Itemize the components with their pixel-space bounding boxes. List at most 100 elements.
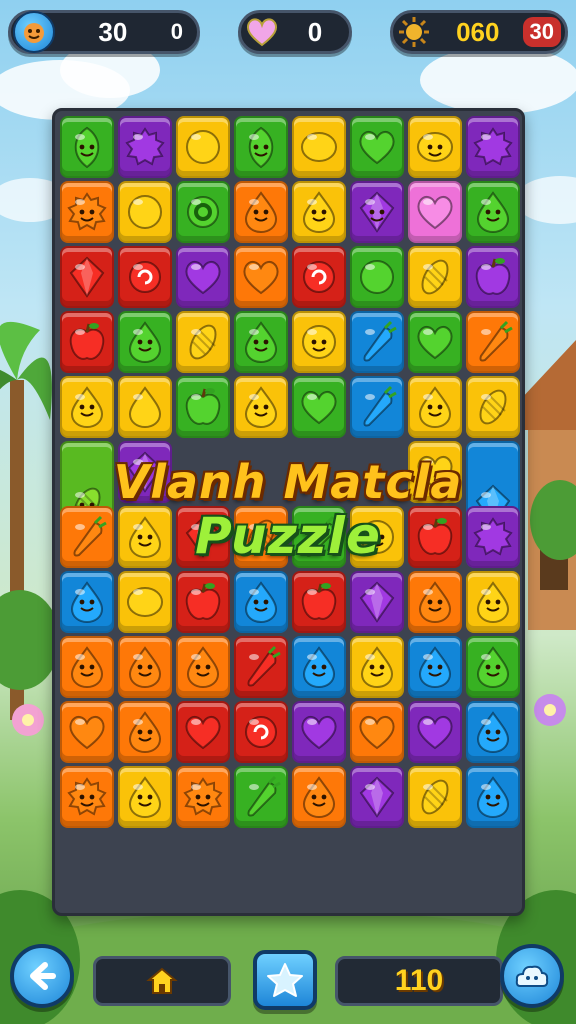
board-tile-green-drop-face[interactable] — [466, 181, 520, 243]
board-tile-orange-drop-face[interactable] — [118, 636, 172, 698]
orange-carrot-icon — [479, 320, 513, 362]
board-tile-blue-water-face[interactable] — [234, 571, 288, 633]
board-tile-yellow-orb-face[interactable] — [292, 311, 346, 373]
title-line-2: Puzzle — [195, 506, 381, 565]
star-button[interactable] — [253, 950, 317, 1010]
board-tile-red-pepper[interactable] — [234, 636, 288, 698]
board-tile-orange-heart[interactable] — [350, 701, 404, 763]
board-tile-green-orb[interactable] — [350, 246, 404, 308]
orange-drop-face-icon — [186, 646, 220, 689]
back-arrow-icon — [30, 962, 56, 990]
board-tile-red-swirl[interactable] — [118, 246, 172, 308]
home-panel[interactable] — [93, 956, 231, 1006]
red-pepper-icon — [247, 645, 281, 687]
board-tile-yellow-corn[interactable] — [408, 766, 462, 828]
coins-counter[interactable]: 060 30 — [390, 10, 568, 54]
board-tile-yellow-drop-face[interactable] — [466, 571, 520, 633]
board-tile-red-heart[interactable] — [176, 701, 230, 763]
board-tile-purple-gem-face[interactable] — [350, 181, 404, 243]
board-tile-orange-sun-face[interactable] — [60, 766, 114, 828]
board-tile-red-gem[interactable] — [60, 246, 114, 308]
board-tile-purple-gem[interactable] — [350, 766, 404, 828]
board-tile-red-swirl[interactable] — [292, 246, 346, 308]
board-tile-blue-popsicle[interactable] — [350, 311, 404, 373]
game-title: Vlanh Matcla Puzzle — [60, 447, 516, 572]
board-tile-green-heart[interactable] — [292, 376, 346, 438]
board-tile-green-leaf-face[interactable] — [234, 116, 288, 178]
board-tile-orange-drop-face[interactable] — [234, 181, 288, 243]
board-tile-purple-gem[interactable] — [350, 571, 404, 633]
board-tile-blue-water-face[interactable] — [466, 766, 520, 828]
board-tile-yellow-drop-face[interactable] — [350, 636, 404, 698]
board-tile-green-drop-face[interactable] — [466, 636, 520, 698]
board-tile-yellow-lemon[interactable] — [292, 116, 346, 178]
board-tile-orange-drop-face[interactable] — [176, 636, 230, 698]
board-tile-yellow-orb[interactable] — [118, 181, 172, 243]
board-tile-red-apple[interactable] — [292, 571, 346, 633]
board-tile-blue-water-face[interactable] — [60, 571, 114, 633]
board-tile-green-drop-face[interactable] — [234, 311, 288, 373]
red-apple-icon — [69, 323, 105, 360]
board-tile-orange-drop-face[interactable] — [118, 701, 172, 763]
yellow-corn-icon — [421, 779, 449, 815]
board-tile-red-apple[interactable] — [176, 571, 230, 633]
board-tile-yellow-drop-face[interactable] — [60, 376, 114, 438]
board-tile-orange-heart[interactable] — [234, 246, 288, 308]
blue-water-face-icon — [302, 646, 336, 689]
board-tile-yellow-drop-face[interactable] — [408, 376, 462, 438]
green-leaf-face-icon — [248, 126, 274, 169]
board-tile-orange-drop-face[interactable] — [408, 571, 462, 633]
board-tile-green-leaf-face[interactable] — [60, 116, 114, 178]
board-tile-purple-berry[interactable] — [466, 246, 520, 308]
board-tile-green-apple[interactable] — [176, 376, 230, 438]
orange-drop-face-icon — [128, 711, 162, 754]
board-tile-yellow-corn[interactable] — [408, 246, 462, 308]
board-tile-orange-carrot[interactable] — [466, 311, 520, 373]
green-pepper-icon — [247, 775, 281, 817]
board-tile-purple-splat[interactable] — [118, 116, 172, 178]
green-drop-face-icon — [476, 191, 510, 234]
board-tile-orange-sun-face[interactable] — [176, 766, 230, 828]
board-tile-purple-heart[interactable] — [176, 246, 230, 308]
board-tile-orange-sun-face[interactable] — [60, 181, 114, 243]
board-tile-yellow-lemon[interactable] — [118, 571, 172, 633]
board-tile-green-pepper[interactable] — [234, 766, 288, 828]
board-tile-orange-drop-face[interactable] — [292, 766, 346, 828]
hearts-counter[interactable]: 0 — [238, 10, 352, 54]
board-tile-purple-splat[interactable] — [466, 116, 520, 178]
board-tile-green-drop-face[interactable] — [118, 311, 172, 373]
board-tile-yellow-drop[interactable] — [118, 376, 172, 438]
yellow-corn-icon — [189, 324, 217, 360]
board-tile-blue-popsicle[interactable] — [350, 376, 404, 438]
green-leaf-face-icon — [74, 126, 100, 169]
board-tile-orange-heart[interactable] — [60, 701, 114, 763]
board-tile-yellow-drop-face[interactable] — [118, 766, 172, 828]
back-button[interactable] — [10, 944, 74, 1008]
heart-icon — [243, 13, 281, 51]
board-tile-red-apple[interactable] — [60, 311, 114, 373]
board-tile-blue-water-face[interactable] — [292, 636, 346, 698]
boost-button[interactable] — [500, 944, 564, 1008]
board-tile-blue-water-face[interactable] — [408, 636, 462, 698]
board-tile-yellow-corn[interactable] — [176, 311, 230, 373]
board-tile-green-heart[interactable] — [350, 116, 404, 178]
purple-gem-icon — [359, 581, 395, 623]
board-tile-yellow-corn[interactable] — [466, 376, 520, 438]
yellow-orb-icon — [128, 195, 162, 229]
board-tile-yellow-drop-face[interactable] — [234, 376, 288, 438]
moves-panel: 110 — [335, 956, 503, 1006]
board-tile-purple-heart[interactable] — [292, 701, 346, 763]
purple-gem-face-icon — [359, 191, 395, 233]
board-tile-yellow-drop-face[interactable] — [292, 181, 346, 243]
board-tile-red-swirl[interactable] — [234, 701, 288, 763]
board-tile-yellow-orb[interactable] — [176, 116, 230, 178]
board-tile-green-ring[interactable] — [176, 181, 230, 243]
lives-counter[interactable]: 30 0 — [8, 10, 200, 54]
board-tile-purple-heart[interactable] — [408, 701, 462, 763]
board-tile-green-heart[interactable] — [408, 311, 462, 373]
board-tile-blue-water-face[interactable] — [466, 701, 520, 763]
board-tile-pink-heart[interactable] — [408, 181, 462, 243]
board-tile-yellow-lemon-face[interactable] — [408, 116, 462, 178]
board-tile-orange-drop-face[interactable] — [60, 636, 114, 698]
yellow-drop-face-icon — [360, 646, 394, 689]
